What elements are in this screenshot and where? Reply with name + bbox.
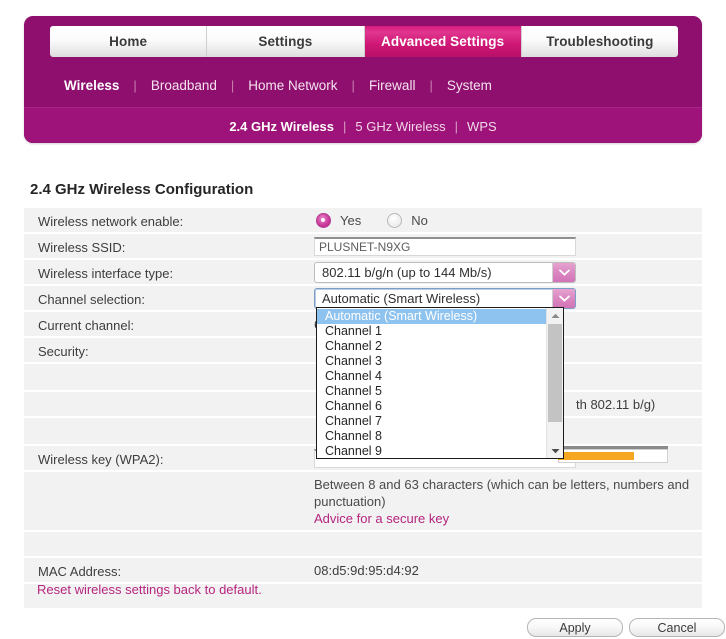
subnav-separator: | (429, 78, 432, 93)
site-header-panel: Home Settings Advanced Settings Troubles… (24, 16, 702, 143)
label-mac-address: MAC Address: (38, 564, 121, 579)
chevron-down-icon[interactable] (552, 263, 575, 282)
form-action-buttons: Apply Cancel (527, 618, 725, 637)
subnav-item-firewall[interactable]: Firewall (369, 78, 416, 93)
thirdnav-item-wps[interactable]: WPS (467, 119, 497, 134)
row-spacer-2 (24, 532, 702, 558)
channel-selection-select[interactable]: Automatic (Smart Wireless) (314, 288, 576, 309)
dropdown-option-channel-8[interactable]: Channel 8 (317, 429, 546, 444)
reset-wireless-settings-link[interactable]: Reset wireless settings back to default. (37, 582, 262, 597)
radio-yes[interactable] (316, 213, 331, 228)
wireless-enable-radio-group: Yes No (316, 213, 454, 228)
secondary-nav-bar: Wireless | Broadband | Home Network | Fi… (24, 63, 702, 107)
scroll-down-arrow-icon[interactable] (547, 443, 563, 458)
wireless-ssid-input[interactable] (314, 237, 576, 256)
wireless-interface-type-value: 802.11 b/g/n (up to 144 Mb/s) (315, 265, 552, 280)
thirdnav-item-5ghz-wireless[interactable]: 5 GHz Wireless (355, 119, 445, 134)
thirdnav-separator: | (455, 119, 458, 134)
subnav-separator: | (352, 78, 355, 93)
wireless-key-strength-bar (558, 452, 634, 460)
subnav-item-home-network[interactable]: Home Network (248, 78, 337, 93)
cancel-button[interactable]: Cancel (629, 618, 725, 637)
tab-advanced-settings[interactable]: Advanced Settings (365, 26, 522, 57)
dropdown-option-automatic[interactable]: Automatic (Smart Wireless) (317, 309, 546, 324)
label-wireless-network-enable: Wireless network enable: (38, 214, 183, 229)
channel-selection-dropdown-list[interactable]: Automatic (Smart Wireless) Channel 1 Cha… (316, 307, 564, 459)
page-title: 2.4 GHz Wireless Configuration (30, 181, 253, 198)
mac-address-value: 08:d5:9d:95:d4:92 (314, 563, 419, 578)
subnav-separator: | (231, 78, 234, 93)
dropdown-scrollbar[interactable] (546, 308, 563, 458)
row-wireless-network-enable: Wireless network enable: Yes No (24, 208, 702, 234)
wireless-interface-type-select[interactable]: 802.11 b/g/n (up to 144 Mb/s) (314, 262, 576, 283)
apply-button[interactable]: Apply (527, 618, 623, 637)
subnav-separator: | (133, 78, 136, 93)
dropdown-scrollbar-thumb[interactable] (548, 324, 562, 422)
dropdown-option-channel-5[interactable]: Channel 5 (317, 384, 546, 399)
dropdown-option-channel-2[interactable]: Channel 2 (317, 339, 546, 354)
label-security: Security: (38, 344, 89, 359)
thirdnav-separator: | (343, 119, 346, 134)
tab-settings[interactable]: Settings (207, 26, 364, 57)
scroll-up-arrow-icon[interactable] (547, 308, 563, 323)
channel-selection-value: Automatic (Smart Wireless) (315, 291, 552, 306)
wireless-key-hint-line1: Between 8 and 63 characters (which can b… (314, 476, 689, 493)
subnav-item-wireless[interactable]: Wireless (64, 78, 119, 93)
subnav-item-system[interactable]: System (447, 78, 492, 93)
row-wireless-ssid: Wireless SSID: (24, 234, 702, 260)
dropdown-option-channel-9[interactable]: Channel 9 (317, 444, 546, 459)
advice-for-secure-key-link[interactable]: Advice for a secure key (314, 510, 449, 527)
row-wireless-key-hint: Between 8 and 63 characters (which can b… (24, 472, 702, 532)
dropdown-option-channel-4[interactable]: Channel 4 (317, 369, 546, 384)
dropdown-option-channel-3[interactable]: Channel 3 (317, 354, 546, 369)
label-wireless-ssid: Wireless SSID: (38, 240, 125, 255)
tab-home[interactable]: Home (50, 26, 207, 57)
primary-tab-bar: Home Settings Advanced Settings Troubles… (50, 26, 678, 57)
radio-no-label[interactable]: No (411, 213, 428, 228)
subnav-item-broadband[interactable]: Broadband (151, 78, 217, 93)
radio-yes-label[interactable]: Yes (340, 213, 361, 228)
channel-selection-options: Automatic (Smart Wireless) Channel 1 Cha… (317, 308, 546, 458)
mode-note-text: th 802.11 b/g) (576, 397, 655, 412)
row-wireless-interface-type: Wireless interface type: 802.11 b/g/n (u… (24, 260, 702, 286)
dropdown-option-channel-7[interactable]: Channel 7 (317, 414, 546, 429)
tab-troubleshooting[interactable]: Troubleshooting (522, 26, 678, 57)
thirdnav-item-24ghz-wireless[interactable]: 2.4 GHz Wireless (229, 119, 334, 134)
label-wireless-key: Wireless key (WPA2): (38, 452, 163, 467)
wireless-key-hint-line2: punctuation) (314, 493, 386, 510)
chevron-down-icon[interactable] (552, 289, 575, 308)
label-wireless-interface-type: Wireless interface type: (38, 266, 173, 281)
dropdown-option-channel-1[interactable]: Channel 1 (317, 324, 546, 339)
row-mac-address: MAC Address: 08:d5:9d:95:d4:92 (24, 558, 702, 584)
radio-no[interactable] (387, 213, 402, 228)
tertiary-nav-bar: 2.4 GHz Wireless | 5 GHz Wireless | WPS (24, 107, 702, 143)
wireless-key-strength-track (558, 446, 668, 449)
label-channel-selection: Channel selection: (38, 292, 145, 307)
dropdown-option-channel-6[interactable]: Channel 6 (317, 399, 546, 414)
label-current-channel: Current channel: (38, 318, 134, 333)
